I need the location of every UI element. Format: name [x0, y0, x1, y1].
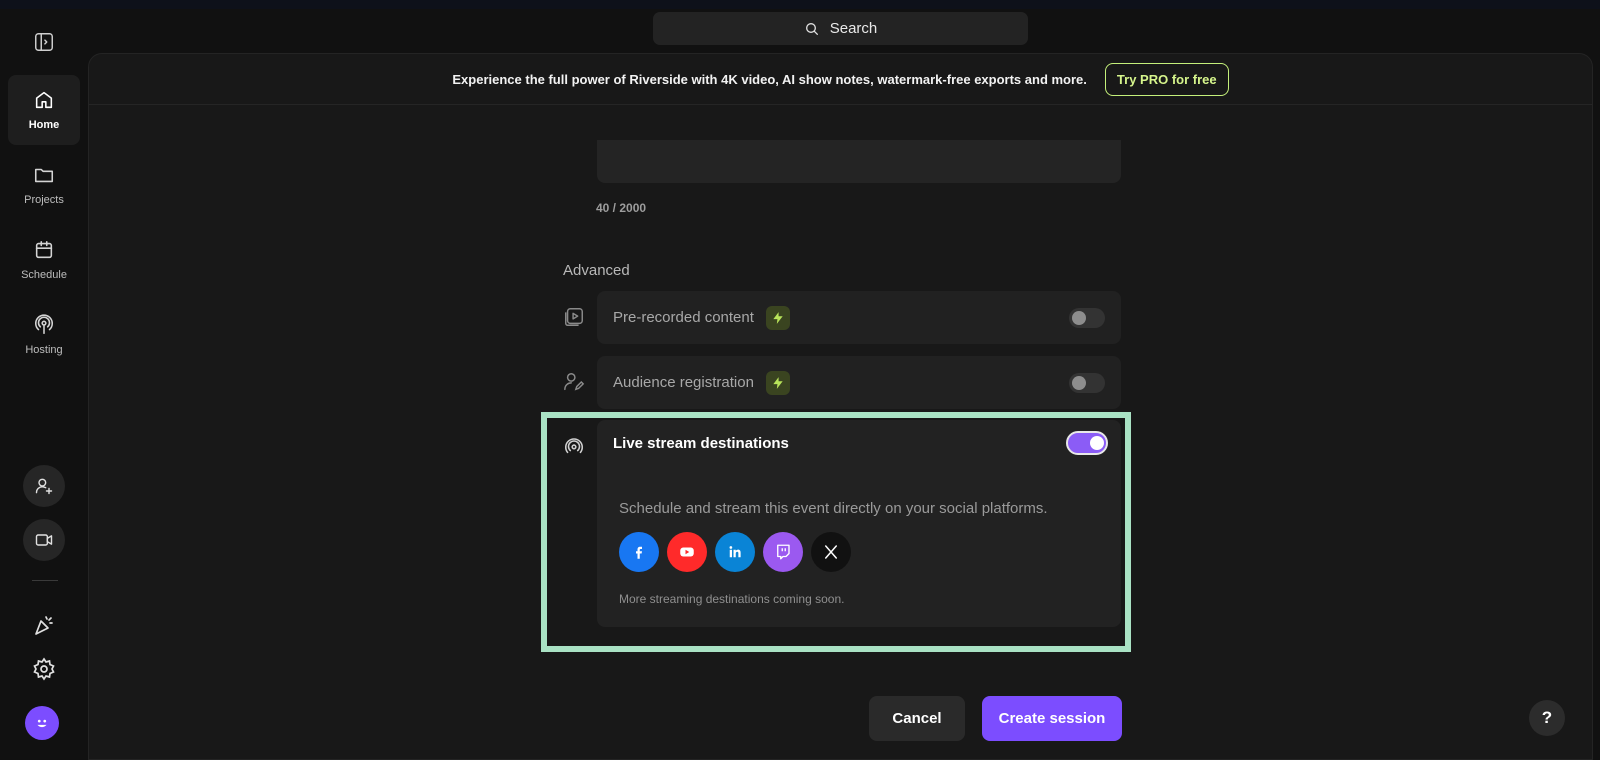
sidebar-item-label: Schedule	[21, 269, 67, 281]
podcast-icon	[34, 314, 54, 335]
sidebar-item-label: Projects	[24, 194, 64, 206]
description-textarea[interactable]	[597, 140, 1121, 183]
audience-registration-label: Audience registration	[613, 374, 754, 391]
promo-banner: Experience the full power of Riverside w…	[89, 54, 1592, 105]
party-popper-icon[interactable]	[32, 613, 56, 637]
highlight-frame	[541, 412, 1131, 652]
help-button[interactable]: ?	[1529, 700, 1565, 736]
bolt-icon	[765, 305, 790, 330]
sidebar-item-home[interactable]: Home	[8, 75, 80, 145]
search-label: Search	[829, 20, 878, 37]
new-recording-button[interactable]	[23, 519, 65, 561]
sidebar-item-hosting[interactable]: Hosting	[8, 300, 80, 370]
promo-text: Experience the full power of Riverside w…	[452, 71, 1087, 87]
cancel-button[interactable]: Cancel	[869, 696, 965, 741]
user-edit-icon	[563, 371, 585, 393]
settings-gear-icon[interactable]	[32, 657, 56, 681]
create-session-button[interactable]: Create session	[982, 696, 1122, 741]
user-plus-icon	[35, 478, 53, 495]
sidebar-divider	[32, 580, 58, 581]
search-icon	[805, 22, 818, 35]
audience-registration-row: Audience registration	[597, 356, 1121, 409]
pre-recorded-label: Pre-recorded content	[613, 309, 754, 326]
advanced-title: Advanced	[563, 262, 630, 279]
main-panel: Experience the full power of Riverside w…	[88, 53, 1593, 760]
calendar-icon	[35, 240, 53, 259]
char-count: 40 / 2000	[596, 201, 647, 215]
search-bar[interactable]: Search	[653, 12, 1028, 45]
sidebar-item-projects[interactable]: Projects	[8, 150, 80, 220]
sidebar-item-label: Hosting	[25, 344, 63, 356]
sidebar-item-label: Home	[28, 119, 60, 131]
pre-recorded-row: Pre-recorded content	[597, 291, 1121, 344]
home-icon	[35, 91, 53, 109]
sidebar-item-schedule[interactable]: Schedule	[8, 225, 80, 295]
pre-recorded-toggle[interactable]	[1069, 307, 1105, 328]
sidebar-toggle-icon[interactable]	[33, 31, 55, 53]
folder-icon	[34, 168, 54, 183]
top-strip	[0, 0, 1600, 9]
video-camera-icon	[35, 534, 53, 546]
play-video-icon	[563, 306, 585, 328]
bolt-icon	[765, 370, 790, 395]
avatar[interactable]	[25, 706, 59, 740]
invite-user-button[interactable]	[23, 465, 65, 507]
audience-registration-toggle[interactable]	[1069, 372, 1105, 393]
try-pro-button[interactable]: Try PRO for free	[1104, 62, 1229, 96]
sidebar: Home Projects Schedule Hosting	[0, 0, 88, 760]
